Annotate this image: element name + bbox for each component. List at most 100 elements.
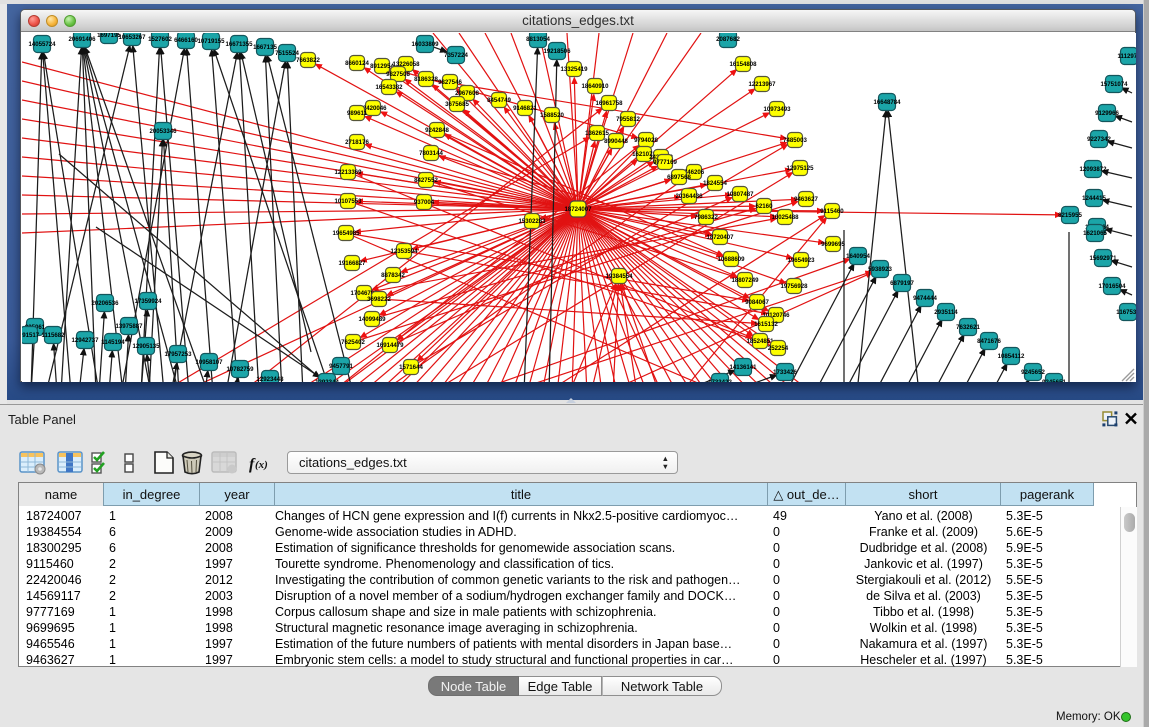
svg-text:10653267: 10653267 (118, 34, 146, 41)
svg-text:7955812: 7955812 (616, 116, 640, 123)
svg-text:18724007: 18724007 (564, 206, 592, 213)
svg-text:6879197: 6879197 (890, 280, 914, 287)
svg-text:12942737: 12942737 (71, 337, 99, 344)
svg-text:20053346: 20053346 (149, 128, 177, 135)
svg-text:12975125: 12975125 (786, 165, 814, 172)
svg-text:991517: 991517 (22, 332, 40, 339)
svg-text:937004: 937004 (414, 199, 435, 206)
svg-text:17016504: 17016504 (1098, 283, 1126, 290)
svg-text:6897568: 6897568 (667, 174, 691, 181)
svg-text:1145194: 1145194 (101, 339, 125, 346)
svg-text:20364436: 20364436 (675, 193, 703, 200)
svg-text:9245651: 9245651 (1042, 379, 1066, 382)
svg-text:12093872: 12093872 (1079, 166, 1107, 173)
svg-text:9245652: 9245652 (1021, 369, 1045, 376)
svg-text:7663822: 7663822 (296, 57, 320, 64)
svg-text:14136141: 14136141 (729, 364, 757, 371)
svg-text:9777169: 9777169 (653, 159, 677, 166)
svg-text:9146821: 9146821 (513, 105, 537, 112)
svg-text:9242848: 9242848 (425, 127, 449, 134)
svg-text:2718176: 2718176 (345, 139, 369, 146)
svg-text:16154808: 16154808 (729, 61, 757, 68)
svg-text:13975887: 13975887 (115, 323, 143, 330)
svg-text:7632621: 7632621 (956, 324, 980, 331)
svg-text:14055724: 14055724 (28, 41, 56, 48)
svg-text:9463627: 9463627 (794, 196, 818, 203)
svg-text:20691406: 20691406 (68, 36, 96, 43)
svg-text:16033809: 16033809 (411, 41, 439, 48)
svg-text:17957253: 17957253 (164, 351, 192, 358)
svg-text:17359924: 17359924 (134, 298, 162, 305)
svg-text:7515524: 7515524 (275, 50, 299, 57)
svg-text:6466160: 6466160 (174, 37, 198, 44)
svg-text:9474444: 9474444 (913, 295, 937, 302)
svg-text:13325419: 13325419 (560, 66, 588, 73)
svg-text:(x): (x) (255, 459, 268, 471)
svg-text:8215955: 8215955 (1058, 212, 1082, 219)
svg-text:9699695: 9699695 (821, 241, 845, 248)
svg-text:19654923: 19654923 (787, 257, 815, 264)
svg-text:10958107: 10958107 (195, 359, 223, 366)
svg-text:18640910: 18640910 (581, 83, 609, 90)
svg-text:18807249: 18807249 (731, 277, 759, 284)
svg-text:10807487: 10807487 (726, 191, 754, 198)
svg-text:20206536: 20206536 (91, 300, 119, 307)
svg-text:1615132: 1615132 (754, 321, 778, 328)
svg-text:1667135: 1667135 (253, 44, 277, 51)
svg-text:1167531: 1167531 (1116, 309, 1136, 316)
svg-text:15751074: 15751074 (1100, 81, 1128, 88)
svg-text:1112973: 1112973 (1117, 53, 1136, 60)
svg-text:9115460: 9115460 (820, 208, 844, 215)
svg-text:1733422: 1733422 (708, 379, 732, 382)
svg-text:7625402: 7625402 (341, 339, 365, 346)
svg-text:16648784: 16648784 (873, 99, 901, 106)
svg-text:1571644: 1571644 (399, 364, 423, 371)
svg-text:1824554: 1824554 (703, 180, 727, 187)
svg-text:16914479: 16914479 (376, 342, 404, 349)
svg-text:9227342: 9227342 (1087, 136, 1111, 143)
svg-text:8186328: 8186328 (414, 76, 438, 83)
svg-text:1640954: 1640954 (846, 253, 870, 260)
svg-text:19384554: 19384554 (605, 273, 633, 280)
svg-text:10688609: 10688609 (717, 256, 745, 263)
svg-text:12905135: 12905135 (132, 343, 160, 350)
svg-text:9457791: 9457791 (329, 363, 353, 370)
svg-text:12213369: 12213369 (334, 169, 362, 176)
svg-text:989611: 989611 (347, 110, 368, 117)
svg-text:19166827: 19166827 (338, 260, 366, 267)
svg-text:2935114: 2935114 (934, 309, 958, 316)
svg-text:1733426: 1733426 (773, 369, 797, 376)
svg-text:19756928: 19756928 (780, 283, 808, 290)
svg-text:8813054: 8813054 (526, 36, 550, 43)
svg-text:1292344: 1292344 (315, 379, 339, 382)
svg-text:1588520: 1588520 (540, 112, 564, 119)
svg-text:19218506: 19218506 (543, 48, 571, 55)
svg-text:19654985: 19654985 (332, 230, 360, 237)
svg-text:8878342: 8878342 (381, 272, 405, 279)
svg-text:7357224: 7357224 (444, 52, 468, 59)
svg-text:2087682: 2087682 (716, 36, 740, 43)
svg-text:7986322: 7986322 (694, 214, 718, 221)
svg-text:3698222: 3698222 (367, 296, 391, 303)
svg-text:10025488: 10025488 (771, 214, 799, 221)
svg-text:8427552: 8427552 (414, 177, 438, 184)
svg-text:8660124: 8660124 (345, 60, 369, 67)
svg-text:15302283: 15302283 (518, 218, 546, 225)
svg-text:7803144: 7803144 (419, 150, 443, 157)
svg-text:1527602: 1527602 (148, 36, 172, 43)
svg-text:5938923: 5938923 (868, 266, 892, 273)
svg-text:9084067: 9084067 (745, 299, 769, 306)
svg-text:12923448: 12923448 (256, 376, 284, 382)
svg-text:10719155: 10719155 (197, 38, 225, 45)
svg-text:1244415: 1244415 (1082, 195, 1106, 202)
svg-text:16543382: 16543382 (375, 84, 403, 91)
svg-text:12353594: 12353594 (390, 248, 418, 255)
svg-text:10973493: 10973493 (763, 106, 791, 113)
svg-text:9827546: 9827546 (438, 79, 462, 86)
svg-text:9129966: 9129966 (1095, 110, 1119, 117)
svg-text:10854112: 10854112 (998, 353, 1025, 360)
svg-text:1115682: 1115682 (41, 332, 65, 339)
svg-text:3675685: 3675685 (445, 101, 469, 108)
svg-text:18720407: 18720407 (706, 234, 734, 241)
svg-text:8454749: 8454749 (487, 97, 511, 104)
